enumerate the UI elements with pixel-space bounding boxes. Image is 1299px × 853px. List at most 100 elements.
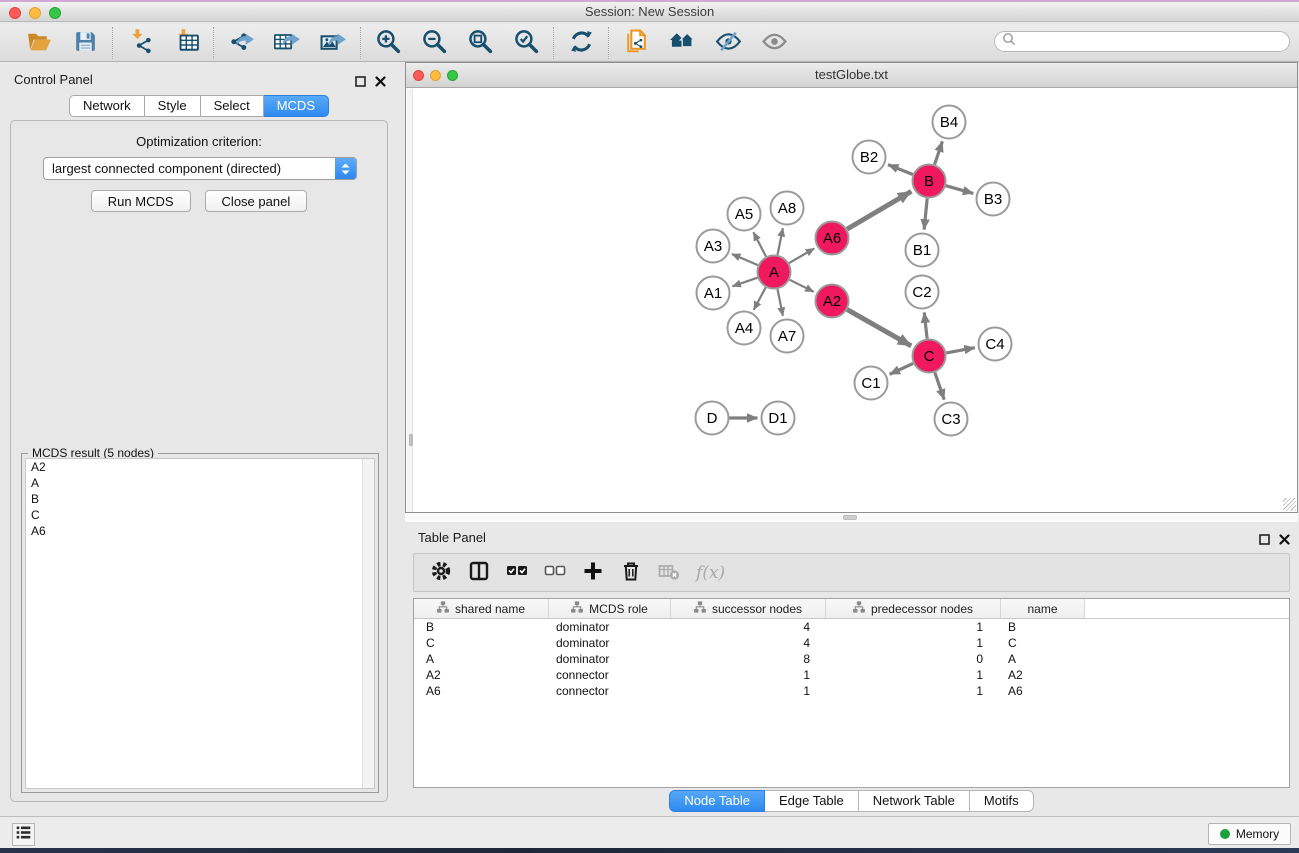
edge-C-C3[interactable] — [935, 373, 944, 400]
tab-edge-table[interactable]: Edge Table — [765, 790, 859, 812]
close-panel-icon[interactable] — [375, 74, 386, 92]
export-image-button[interactable] — [316, 28, 350, 58]
edge-A-A3[interactable] — [732, 254, 758, 265]
graph-node-A8[interactable]: A8 — [771, 192, 804, 225]
edge-B-B4[interactable] — [935, 141, 943, 164]
column-header-shared-name[interactable]: shared name — [414, 599, 549, 618]
network-vertical-scrollbar[interactable] — [407, 89, 413, 512]
graph-node-C[interactable]: C — [913, 340, 946, 373]
zoom-fit-button[interactable] — [463, 28, 497, 58]
column-header-MCDS-role[interactable]: MCDS role — [549, 599, 671, 618]
delete-column-button[interactable] — [620, 560, 642, 585]
graph-node-D1[interactable]: D1 — [762, 402, 795, 435]
graph-node-B4[interactable]: B4 — [933, 106, 966, 139]
criterion-dropdown[interactable]: largest connected component (directed) — [43, 157, 357, 180]
result-list-item[interactable]: C — [26, 507, 374, 523]
float-table-panel-icon[interactable] — [1259, 532, 1270, 550]
split-pane-divider[interactable] — [405, 513, 1298, 522]
tab-style[interactable]: Style — [145, 95, 201, 117]
result-list-item[interactable]: A2 — [26, 459, 374, 475]
edge-A-A7[interactable] — [778, 289, 783, 316]
edge-A-A2[interactable] — [790, 280, 814, 292]
edge-A-A8[interactable] — [778, 228, 783, 255]
first-neighbors-button[interactable] — [665, 28, 699, 58]
export-table-button[interactable] — [270, 28, 304, 58]
graph-node-A6[interactable]: A6 — [816, 222, 849, 255]
maximize-window-button[interactable] — [49, 7, 61, 19]
edge-C-C1[interactable] — [890, 363, 914, 374]
result-list-item[interactable]: B — [26, 491, 374, 507]
result-list-item[interactable]: A — [26, 475, 374, 491]
select-all-rows-button[interactable] — [506, 560, 528, 585]
tab-select[interactable]: Select — [201, 95, 264, 117]
graph-node-C2[interactable]: C2 — [906, 276, 939, 309]
network-window-title-bar[interactable]: testGlobe.txt — [406, 63, 1297, 88]
edge-A6-B[interactable] — [847, 191, 911, 229]
hide-selected-button[interactable] — [711, 28, 745, 58]
graph-node-D[interactable]: D — [696, 402, 729, 435]
column-header-successor-nodes[interactable]: successor nodes — [671, 599, 826, 618]
graph-node-B1[interactable]: B1 — [906, 234, 939, 267]
table-row[interactable]: Bdominator41B — [414, 619, 1289, 635]
minimize-window-button[interactable] — [29, 7, 41, 19]
list-scrollbar[interactable] — [362, 459, 374, 788]
tab-motifs[interactable]: Motifs — [970, 790, 1034, 812]
edge-A-A5[interactable] — [753, 232, 766, 256]
new-network-from-selection-button[interactable] — [619, 28, 653, 58]
add-column-button[interactable] — [582, 560, 604, 585]
edge-A-A4[interactable] — [754, 287, 766, 310]
graph-node-A3[interactable]: A3 — [697, 230, 730, 263]
network-minimize-button[interactable] — [430, 70, 441, 81]
memory-button[interactable]: Memory — [1208, 823, 1291, 845]
graph-node-C1[interactable]: C1 — [855, 367, 888, 400]
save-session-button[interactable] — [68, 28, 102, 58]
result-list-item[interactable]: A6 — [26, 523, 374, 539]
graph-node-A7[interactable]: A7 — [771, 320, 804, 353]
graph-node-A1[interactable]: A1 — [697, 277, 730, 310]
edge-C-C4[interactable] — [946, 348, 975, 353]
open-session-button[interactable] — [22, 28, 56, 58]
search-box[interactable] — [994, 31, 1290, 52]
network-canvas[interactable]: AA1A2A3A4A5A6A7A8BB1B2B3B4CC1C2C3C4DD1 — [407, 89, 1297, 512]
show-all-button[interactable] — [757, 28, 791, 58]
float-panel-icon[interactable] — [355, 74, 366, 92]
graph-node-B3[interactable]: B3 — [977, 183, 1010, 216]
window-resize-grip[interactable] — [1283, 498, 1296, 511]
edge-B-B2[interactable] — [888, 165, 913, 175]
zoom-out-button[interactable] — [417, 28, 451, 58]
tab-mcds[interactable]: MCDS — [264, 95, 329, 117]
edge-A-A6[interactable] — [789, 248, 814, 263]
tab-node-table[interactable]: Node Table — [669, 790, 765, 812]
graph-node-B2[interactable]: B2 — [853, 141, 886, 174]
search-input[interactable] — [1016, 33, 1289, 50]
zoom-selected-button[interactable] — [509, 28, 543, 58]
graph-node-C4[interactable]: C4 — [979, 328, 1012, 361]
edge-C-C2[interactable] — [924, 312, 927, 338]
network-close-button[interactable] — [413, 70, 424, 81]
table-row[interactable]: Adominator80A — [414, 651, 1289, 667]
graph-node-A4[interactable]: A4 — [728, 312, 761, 345]
table-row[interactable]: A2connector11A2 — [414, 667, 1289, 683]
graph-node-A5[interactable]: A5 — [728, 198, 761, 231]
edge-B-B1[interactable] — [924, 198, 927, 229]
import-table-button[interactable] — [169, 28, 203, 58]
edge-B-B3[interactable] — [946, 186, 974, 194]
zoom-in-button[interactable] — [371, 28, 405, 58]
graph-node-A[interactable]: A — [758, 256, 791, 289]
show-columns-button[interactable] — [468, 560, 490, 585]
close-panel-button[interactable]: Close panel — [205, 190, 308, 212]
column-header-name[interactable]: name — [1001, 599, 1085, 618]
table-row[interactable]: Cdominator41C — [414, 635, 1289, 651]
table-row[interactable]: A6connector11A6 — [414, 683, 1289, 699]
edge-A-A1[interactable] — [732, 278, 757, 287]
deselect-all-rows-button[interactable] — [544, 560, 566, 585]
refresh-layout-button[interactable] — [564, 28, 598, 58]
table-settings-button[interactable] — [430, 560, 452, 585]
tab-network-table[interactable]: Network Table — [859, 790, 970, 812]
divider-handle-icon[interactable] — [843, 515, 857, 520]
run-mcds-button[interactable]: Run MCDS — [91, 190, 191, 212]
close-table-panel-icon[interactable] — [1279, 532, 1290, 550]
graph-node-A2[interactable]: A2 — [816, 285, 849, 318]
edge-A2-C[interactable] — [847, 310, 911, 346]
import-network-button[interactable] — [123, 28, 157, 58]
